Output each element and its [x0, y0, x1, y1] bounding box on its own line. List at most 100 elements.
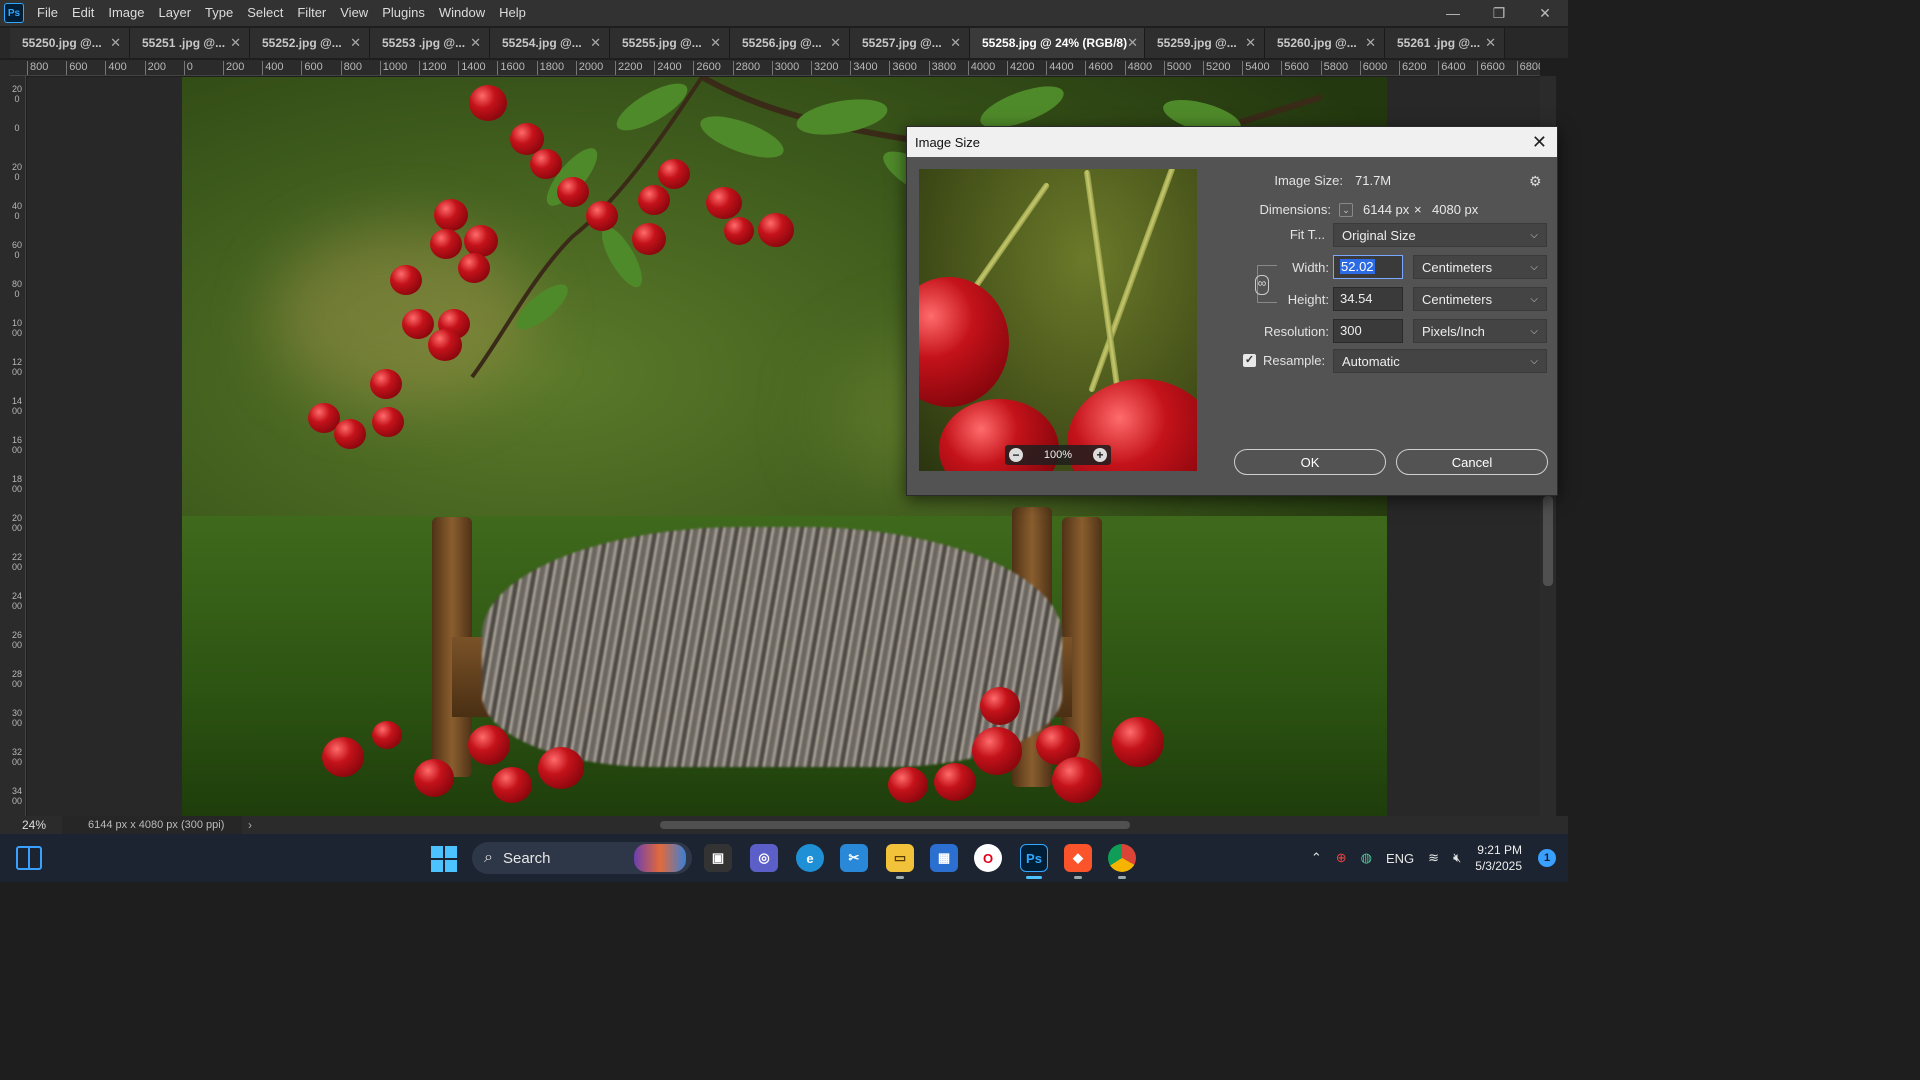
network-globe-icon[interactable]: ◍: [1361, 850, 1372, 866]
clock[interactable]: 9:21 PM 5/3/2025: [1475, 842, 1522, 874]
width-input[interactable]: 52.02: [1333, 255, 1403, 279]
zoom-out-icon[interactable]: −: [1009, 448, 1023, 462]
close-tab-icon[interactable]: ✕: [950, 35, 961, 51]
document-info[interactable]: 6144 px x 4080 px (300 ppi): [62, 816, 242, 834]
document-tab[interactable]: 55251 .jpg @... ✕: [130, 28, 250, 58]
photoshop-taskbar-icon[interactable]: Ps: [1020, 844, 1048, 872]
document-tab[interactable]: 55259.jpg @... ✕: [1145, 28, 1265, 58]
language-indicator[interactable]: ENG: [1386, 851, 1414, 866]
close-tab-icon[interactable]: ✕: [1365, 35, 1376, 51]
document-tab[interactable]: 55254.jpg @... ✕: [490, 28, 610, 58]
ruler-tick-label: 4000: [967, 61, 996, 75]
taskbar-search[interactable]: ⌕ Search: [472, 842, 692, 874]
document-tab[interactable]: 55261 .jpg @... ✕: [1385, 28, 1505, 58]
minimize-icon[interactable]: —: [1430, 0, 1476, 26]
speaker-muted-icon[interactable]: 🔇︎: [1453, 850, 1461, 866]
ruler-tick-label: 0: [183, 61, 193, 75]
document-tab[interactable]: 55257.jpg @... ✕: [850, 28, 970, 58]
document-tab[interactable]: 55250.jpg @... ✕: [10, 28, 130, 58]
menu-help[interactable]: Help: [492, 0, 533, 26]
ruler-tick-label: 2600: [12, 630, 23, 650]
cherry: [428, 329, 462, 361]
file-explorer-icon[interactable]: ▭: [886, 844, 914, 872]
microsoft-store-icon[interactable]: ▦: [930, 844, 958, 872]
close-tab-icon[interactable]: ✕: [1485, 35, 1496, 51]
chevron-up-icon[interactable]: ⌃: [1311, 850, 1322, 866]
resolution-unit-select[interactable]: Pixels/Inch ⌵: [1413, 319, 1547, 343]
chevron-down-icon[interactable]: ⌄: [1339, 203, 1353, 217]
chrome-icon[interactable]: [1108, 844, 1136, 872]
close-tab-icon[interactable]: ✕: [590, 35, 601, 51]
start-icon[interactable]: [431, 846, 457, 872]
close-tab-icon[interactable]: ✕: [230, 35, 241, 51]
close-tab-icon[interactable]: ✕: [710, 35, 721, 51]
link-chain-icon[interactable]: ∞: [1255, 275, 1269, 295]
teams-icon[interactable]: ◎: [750, 844, 778, 872]
tab-active-document[interactable]: 55258.jpg @ 24% (RGB/8) ✕: [970, 28, 1145, 58]
chevron-right-icon[interactable]: ›: [248, 818, 252, 832]
resolution-input[interactable]: 300: [1333, 319, 1403, 343]
close-tab-icon[interactable]: ✕: [830, 35, 841, 51]
close-window-icon[interactable]: ✕: [1522, 0, 1568, 26]
close-icon[interactable]: ✕: [1532, 132, 1547, 153]
horizontal-scroll-thumb[interactable]: [660, 821, 1130, 829]
close-tab-icon[interactable]: ✕: [1245, 35, 1256, 51]
width-unit-select[interactable]: Centimeters ⌵: [1413, 255, 1547, 279]
resample-checkbox[interactable]: ✓: [1243, 354, 1256, 367]
zoom-level[interactable]: 24%: [0, 818, 62, 832]
ok-button[interactable]: OK: [1234, 449, 1386, 475]
menu-view[interactable]: View: [333, 0, 375, 26]
close-tab-icon[interactable]: ✕: [1127, 35, 1138, 51]
document-tab[interactable]: 55255.jpg @... ✕: [610, 28, 730, 58]
document-tab[interactable]: 55260.jpg @... ✕: [1265, 28, 1385, 58]
gear-icon[interactable]: ⚙: [1529, 173, 1542, 190]
close-tab-icon[interactable]: ✕: [470, 35, 481, 51]
horizontal-scrollbar[interactable]: [270, 819, 1530, 831]
menu-plugins[interactable]: Plugins: [375, 0, 432, 26]
ruler-tick-label: 5800: [1320, 61, 1349, 75]
menu-window[interactable]: Window: [432, 0, 492, 26]
resample-value: Automatic: [1342, 353, 1400, 369]
tab-label: 55258.jpg @ 24% (RGB/8): [982, 36, 1128, 50]
cherry: [334, 419, 366, 449]
height-input[interactable]: 34.54: [1333, 287, 1403, 311]
ruler-tick-label: 5400: [1242, 61, 1270, 75]
chevron-down-icon: ⌵: [1530, 293, 1538, 305]
dialog-titlebar[interactable]: Image Size ✕: [907, 127, 1557, 157]
ruler-tick-label: 2000: [12, 513, 23, 533]
menu-layer[interactable]: Layer: [152, 0, 199, 26]
document-tab[interactable]: 55252.jpg @... ✕: [250, 28, 370, 58]
notification-badge[interactable]: 1: [1538, 849, 1556, 867]
menu-edit[interactable]: Edit: [65, 0, 101, 26]
resample-select[interactable]: Automatic ⌵: [1333, 349, 1547, 373]
document-tab[interactable]: 55253 .jpg @... ✕: [370, 28, 490, 58]
fit-to-select[interactable]: Original Size ⌵: [1333, 223, 1547, 247]
tab-label: 55253 .jpg @...: [382, 36, 466, 50]
wifi-icon[interactable]: ≋: [1428, 850, 1439, 866]
menu-file[interactable]: File: [30, 0, 65, 26]
vpn-icon[interactable]: ⊕: [1336, 850, 1347, 866]
active-indicator: [1026, 876, 1042, 879]
widgets-icon[interactable]: [16, 846, 42, 870]
vertical-scroll-thumb[interactable]: [1543, 496, 1553, 586]
zoom-in-icon[interactable]: +: [1092, 448, 1107, 462]
edge-icon[interactable]: e: [796, 844, 824, 872]
restore-icon[interactable]: ❐: [1476, 0, 1522, 26]
running-indicator: [896, 876, 904, 879]
image-preview[interactable]: − 100% +: [919, 169, 1197, 471]
menu-filter[interactable]: Filter: [290, 0, 333, 26]
task-view-icon[interactable]: ▣: [704, 844, 732, 872]
brave-icon[interactable]: ◆: [1064, 844, 1092, 872]
menu-type[interactable]: Type: [198, 0, 240, 26]
height-unit-select[interactable]: Centimeters ⌵: [1413, 287, 1547, 311]
close-tab-icon[interactable]: ✕: [350, 35, 361, 51]
menu-image[interactable]: Image: [101, 0, 151, 26]
cherry: [402, 309, 434, 339]
menu-select[interactable]: Select: [240, 0, 290, 26]
ruler-tick-label: 200: [12, 84, 23, 104]
snipping-tool-icon[interactable]: ✂: [840, 844, 868, 872]
cancel-button[interactable]: Cancel: [1396, 449, 1548, 475]
document-tab[interactable]: 55256.jpg @... ✕: [730, 28, 850, 58]
opera-icon[interactable]: O: [974, 844, 1002, 872]
close-tab-icon[interactable]: ✕: [110, 35, 121, 51]
